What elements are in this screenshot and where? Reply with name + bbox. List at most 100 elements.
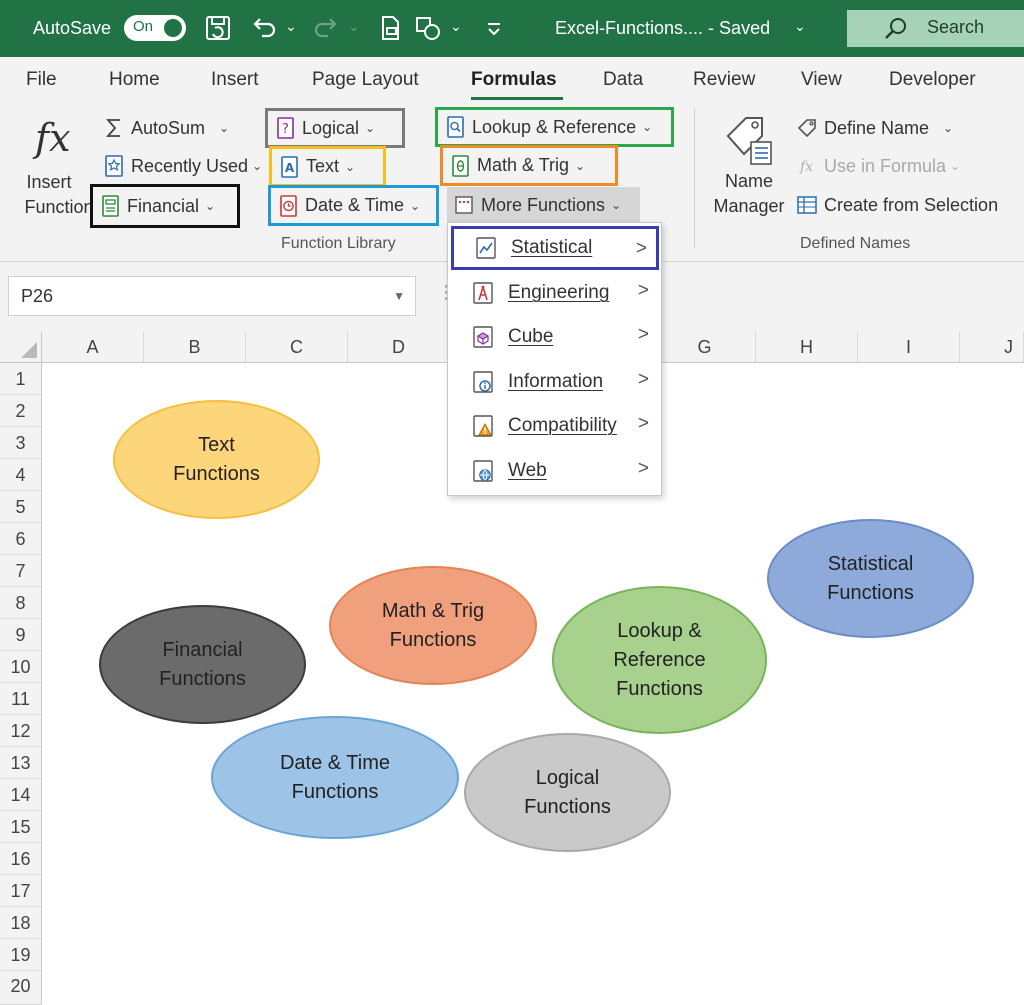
name-box[interactable]: P26 ▼ <box>8 276 416 316</box>
search-box[interactable]: Search <box>847 10 1024 47</box>
document-title: Excel-Functions.... - Saved <box>555 18 771 38</box>
row-header-1[interactable]: 1 <box>0 363 42 395</box>
name-manager-icon <box>724 114 774 166</box>
web-label: Web <box>508 460 547 481</box>
redo-icon <box>312 14 340 42</box>
tab-page-layout[interactable]: Page Layout <box>312 69 419 91</box>
undo-dropdown-icon[interactable]: ⌄ <box>285 18 297 35</box>
text-functions-shape[interactable]: Text Functions <box>113 400 320 519</box>
tab-formulas[interactable]: Formulas <box>471 69 557 91</box>
chevron-down-icon: ⌄ <box>205 199 216 213</box>
statistical-functions-shape[interactable]: Statistical Functions <box>767 519 974 638</box>
select-all-corner[interactable] <box>0 332 42 363</box>
define-name-label: Define Name <box>824 117 930 138</box>
row-header-14[interactable]: 14 <box>0 779 42 811</box>
tab-review[interactable]: Review <box>693 69 755 91</box>
row-header-17[interactable]: 17 <box>0 875 42 907</box>
autosum-button[interactable]: AutoSum ⌄ <box>97 111 235 145</box>
autosave-toggle[interactable]: On <box>124 15 186 41</box>
row-header-12[interactable]: 12 <box>0 715 42 747</box>
column-header-h[interactable]: H <box>756 332 858 363</box>
active-tab-indicator <box>471 97 563 100</box>
tab-data[interactable]: Data <box>603 69 643 91</box>
more-functions-button[interactable]: More Functions ⌄ <box>447 187 640 223</box>
column-header-d[interactable]: D <box>348 332 450 363</box>
customize-qat-icon[interactable] <box>480 14 508 42</box>
row-header-10[interactable]: 10 <box>0 651 42 683</box>
math-trig-button[interactable]: Math & Trig ⌄ <box>440 145 618 186</box>
column-header-c[interactable]: C <box>246 332 348 363</box>
lookup-reference-functions-label: Lookup & Reference Functions <box>613 619 706 700</box>
defined-names-group-label: Defined Names <box>800 235 911 252</box>
column-header-i[interactable]: I <box>858 332 960 363</box>
menu-item-web[interactable]: Web > <box>448 449 661 493</box>
create-from-selection-label: Create from Selection <box>824 194 999 215</box>
row-header-5[interactable]: 5 <box>0 491 42 523</box>
tab-insert[interactable]: Insert <box>211 69 259 91</box>
chevron-down-icon: ⌄ <box>950 159 961 173</box>
row-header-15[interactable]: 15 <box>0 811 42 843</box>
row-header-9[interactable]: 9 <box>0 619 42 651</box>
chevron-down-icon: ⌄ <box>345 159 356 174</box>
column-header-a[interactable]: A <box>42 332 144 363</box>
statistical-functions-label: Statistical Functions <box>827 552 914 604</box>
title-dropdown-icon[interactable]: ⌄ <box>794 18 806 35</box>
math-trig-functions-shape[interactable]: Math & Trig Functions <box>329 566 537 685</box>
row-header-4[interactable]: 4 <box>0 459 42 491</box>
insert-function-button[interactable]: fx Insert Function <box>10 112 93 220</box>
column-header-g[interactable]: G <box>654 332 756 363</box>
toggle-knob <box>164 19 182 37</box>
menu-item-information[interactable]: Information > <box>448 360 661 404</box>
financial-functions-shape[interactable]: Financial Functions <box>99 605 306 724</box>
menu-item-statistical[interactable]: Statistical > <box>451 226 659 270</box>
date-time-button[interactable]: Date & Time ⌄ <box>268 185 439 226</box>
row-header-11[interactable]: 11 <box>0 683 42 715</box>
chevron-down-icon[interactable]: ▼ <box>393 289 405 303</box>
chevron-right-icon: > <box>637 324 649 345</box>
svg-text:A: A <box>285 161 295 175</box>
row-header-7[interactable]: 7 <box>0 555 42 587</box>
globe-icon <box>470 458 496 484</box>
name-manager-button[interactable]: Name Manager <box>706 112 792 222</box>
undo-icon[interactable] <box>250 14 278 42</box>
chevron-down-icon: ⌄ <box>611 198 622 212</box>
cube-icon <box>470 324 496 350</box>
define-name-button[interactable]: Define Name ⌄ <box>790 111 959 145</box>
tab-view[interactable]: View <box>801 69 842 91</box>
logical-functions-shape[interactable]: Logical Functions <box>464 733 671 852</box>
lookup-reference-functions-shape[interactable]: Lookup & Reference Functions <box>552 586 767 734</box>
row-header-8[interactable]: 8 <box>0 587 42 619</box>
shapes-icon[interactable] <box>414 14 442 42</box>
row-header-16[interactable]: 16 <box>0 843 42 875</box>
shapes-dropdown-icon[interactable]: ⌄ <box>450 18 462 35</box>
date-time-functions-shape[interactable]: Date & Time Functions <box>211 716 459 839</box>
star-book-icon <box>103 154 125 178</box>
excel-window: AutoSave On ⌄ ⌄ ⌄ Excel-Functions.... - … <box>0 0 1024 1005</box>
menu-item-compatibility[interactable]: Compatibility > <box>448 404 661 448</box>
text-button[interactable]: A Text ⌄ <box>269 146 386 187</box>
tab-file[interactable]: File <box>26 69 57 91</box>
row-header-19[interactable]: 19 <box>0 939 42 971</box>
question-book-icon: ? <box>274 116 296 140</box>
row-header-6[interactable]: 6 <box>0 523 42 555</box>
recently-used-button[interactable]: Recently Used ⌄ <box>97 149 268 183</box>
date-time-functions-label: Date & Time Functions <box>279 751 391 803</box>
row-header-2[interactable]: 2 <box>0 395 42 427</box>
column-header-j[interactable]: J <box>960 332 1024 363</box>
menu-item-engineering[interactable]: Engineering > <box>448 271 661 315</box>
menu-item-cube[interactable]: Cube > <box>448 315 661 359</box>
row-header-3[interactable]: 3 <box>0 427 42 459</box>
row-header-13[interactable]: 13 <box>0 747 42 779</box>
tab-home[interactable]: Home <box>109 69 160 91</box>
math-trig-label: Math & Trig <box>477 155 570 175</box>
lookup-reference-button[interactable]: Lookup & Reference ⌄ <box>435 107 674 147</box>
save-icon[interactable] <box>204 14 232 42</box>
row-header-20[interactable]: 20 <box>0 971 42 1005</box>
financial-button[interactable]: Financial ⌄ <box>90 184 240 228</box>
print-preview-icon[interactable] <box>376 14 404 42</box>
logical-button[interactable]: ? Logical ⌄ <box>265 108 405 148</box>
create-from-selection-button[interactable]: Create from Selection <box>790 188 1004 222</box>
tab-developer[interactable]: Developer <box>889 69 976 91</box>
column-header-b[interactable]: B <box>144 332 246 363</box>
row-header-18[interactable]: 18 <box>0 907 42 939</box>
